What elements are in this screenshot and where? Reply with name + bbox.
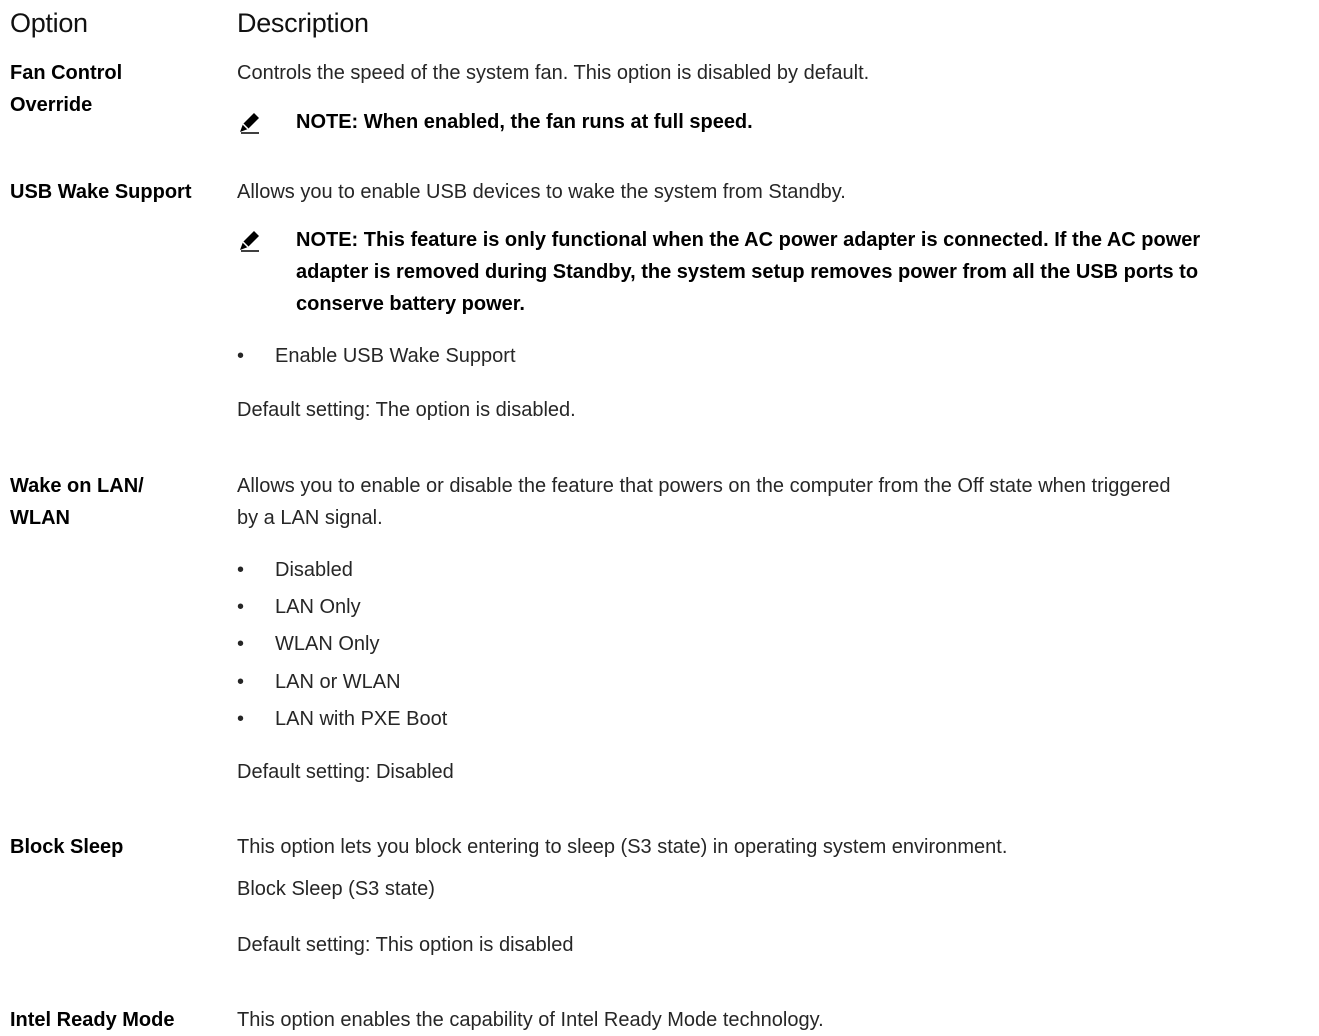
option-label-fan-control-line1: Fan Control — [10, 62, 123, 84]
fan-control-note: NOTE: When enabled, the fan runs at full… — [296, 111, 753, 133]
usb-wake-description: Allows you to enable USB devices to wake… — [237, 181, 846, 203]
wake-on-lan-description-line1: Allows you to enable or disable the feat… — [237, 475, 1171, 497]
block-sleep-default-setting: Default setting: This option is disabled — [237, 934, 574, 956]
usb-wake-default-setting: Default setting: The option is disabled. — [237, 399, 576, 421]
list-item: • WLAN Only — [237, 628, 379, 660]
bullet-icon: • — [237, 633, 245, 655]
note-pencil-icon — [240, 113, 259, 134]
usb-wake-note-line2: adapter is removed during Standby, the s… — [296, 261, 1199, 283]
wake-on-lan-description-line2: by a LAN signal. — [237, 507, 383, 529]
option-label-fan-control-line2: Override — [10, 94, 93, 116]
option-label-block-sleep: Block Sleep — [10, 836, 124, 858]
list-item-text: LAN or WLAN — [275, 671, 401, 693]
option-label-usb-wake-support: USB Wake Support — [10, 181, 192, 203]
column-header-option: Option — [10, 8, 88, 38]
list-item-text: Disabled — [275, 559, 353, 581]
bullet-icon: • — [237, 708, 245, 730]
usb-wake-note-line1: NOTE: This feature is only functional wh… — [296, 229, 1201, 251]
intel-ready-mode-description: This option enables the capability of In… — [237, 1009, 824, 1031]
wake-on-lan-default-setting: Default setting: Disabled — [237, 761, 454, 783]
list-item: • LAN Only — [237, 591, 361, 623]
note-pencil-icon — [240, 231, 259, 252]
bullet-icon: • — [237, 345, 245, 367]
list-item-text: Enable USB Wake Support — [275, 345, 516, 367]
list-item-text: LAN Only — [275, 596, 361, 618]
bullet-icon: • — [237, 596, 245, 618]
option-label-wake-on-lan-line2: WLAN — [10, 507, 70, 529]
list-item: • Disabled — [237, 554, 353, 586]
list-item-text: LAN with PXE Boot — [275, 708, 448, 730]
option-label-intel-ready-mode: Intel Ready Mode — [10, 1009, 175, 1031]
list-item-text: WLAN Only — [275, 633, 380, 655]
option-label-wake-on-lan-line1: Wake on LAN/ — [10, 475, 144, 497]
bullet-icon: • — [237, 671, 245, 693]
usb-wake-note-line3: conserve battery power. — [296, 293, 525, 315]
bullet-icon: • — [237, 559, 245, 581]
list-item: • LAN or WLAN — [237, 666, 401, 698]
list-item: • Enable USB Wake Support — [237, 340, 516, 372]
column-header-description: Description — [237, 8, 369, 38]
list-item: • LAN with PXE Boot — [237, 703, 447, 735]
block-sleep-sub-option: Block Sleep (S3 state) — [237, 878, 435, 900]
block-sleep-description: This option lets you block entering to s… — [237, 836, 1008, 858]
fan-control-description: Controls the speed of the system fan. Th… — [237, 62, 870, 84]
